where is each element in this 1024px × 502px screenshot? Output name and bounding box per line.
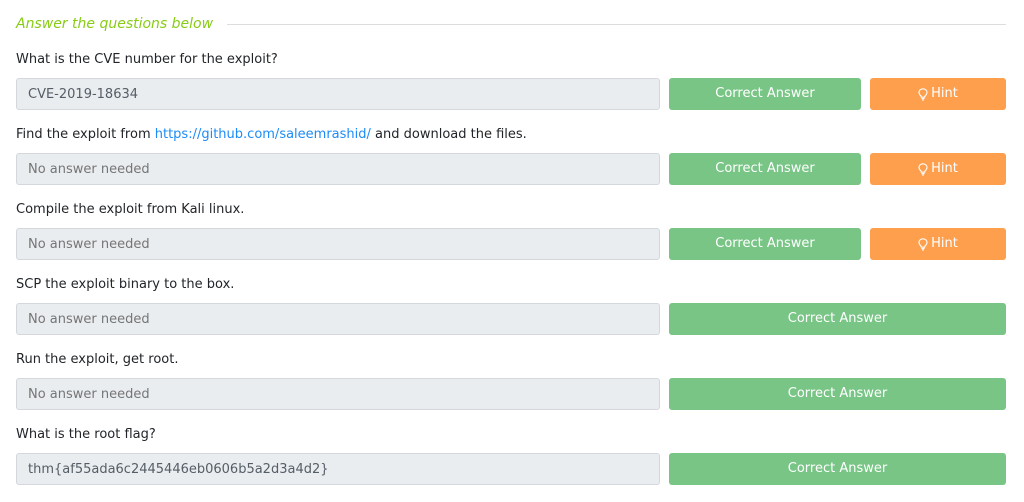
question-4-answer-field[interactable] <box>16 303 660 335</box>
question-5-answer-field[interactable] <box>16 378 660 410</box>
question-6-correct-answer-button[interactable]: Correct Answer <box>669 453 1006 485</box>
question-2-correct-answer-button[interactable]: Correct Answer <box>669 153 861 185</box>
question-4-correct-answer-button[interactable]: Correct Answer <box>669 303 1006 335</box>
question-3-text: Compile the exploit from Kali linux. <box>16 202 245 217</box>
section-header: Answer the questions below <box>16 13 1006 35</box>
github-link[interactable]: https://github.com/saleemrashid/ <box>155 127 371 142</box>
lightbulb-icon <box>918 87 928 101</box>
section-title: Answer the questions below <box>16 16 214 32</box>
question-1-text: What is the CVE number for the exploit? <box>16 52 278 67</box>
question-3-hint-button[interactable]: Hint <box>870 228 1006 260</box>
question-1-hint-button[interactable]: Hint <box>870 78 1006 110</box>
question-1-answer-field[interactable] <box>16 78 660 110</box>
question-1-correct-answer-button[interactable]: Correct Answer <box>669 78 861 110</box>
question-1-hint-label: Hint <box>931 86 958 101</box>
question-3-correct-answer-button[interactable]: Correct Answer <box>669 228 861 260</box>
question-5-correct-answer-button[interactable]: Correct Answer <box>669 378 1006 410</box>
question-4-text: SCP the exploit binary to the box. <box>16 277 235 292</box>
question-6-answer-field[interactable] <box>16 453 660 485</box>
question-2-answer-field[interactable] <box>16 153 660 185</box>
question-5-text: Run the exploit, get root. <box>16 352 179 367</box>
question-6-text: What is the root flag? <box>16 427 156 442</box>
question-2-hint-button[interactable]: Hint <box>870 153 1006 185</box>
question-2-text-after: and download the files. <box>370 127 527 142</box>
question-2-text: Find the exploit from https://github.com… <box>16 126 527 144</box>
question-2-text-before: Find the exploit from <box>16 127 155 142</box>
lightbulb-icon <box>918 162 928 176</box>
question-2-hint-label: Hint <box>931 161 958 176</box>
question-3-hint-label: Hint <box>931 236 958 251</box>
section-divider <box>227 23 1006 25</box>
lightbulb-icon <box>918 237 928 251</box>
question-3-answer-field[interactable] <box>16 228 660 260</box>
